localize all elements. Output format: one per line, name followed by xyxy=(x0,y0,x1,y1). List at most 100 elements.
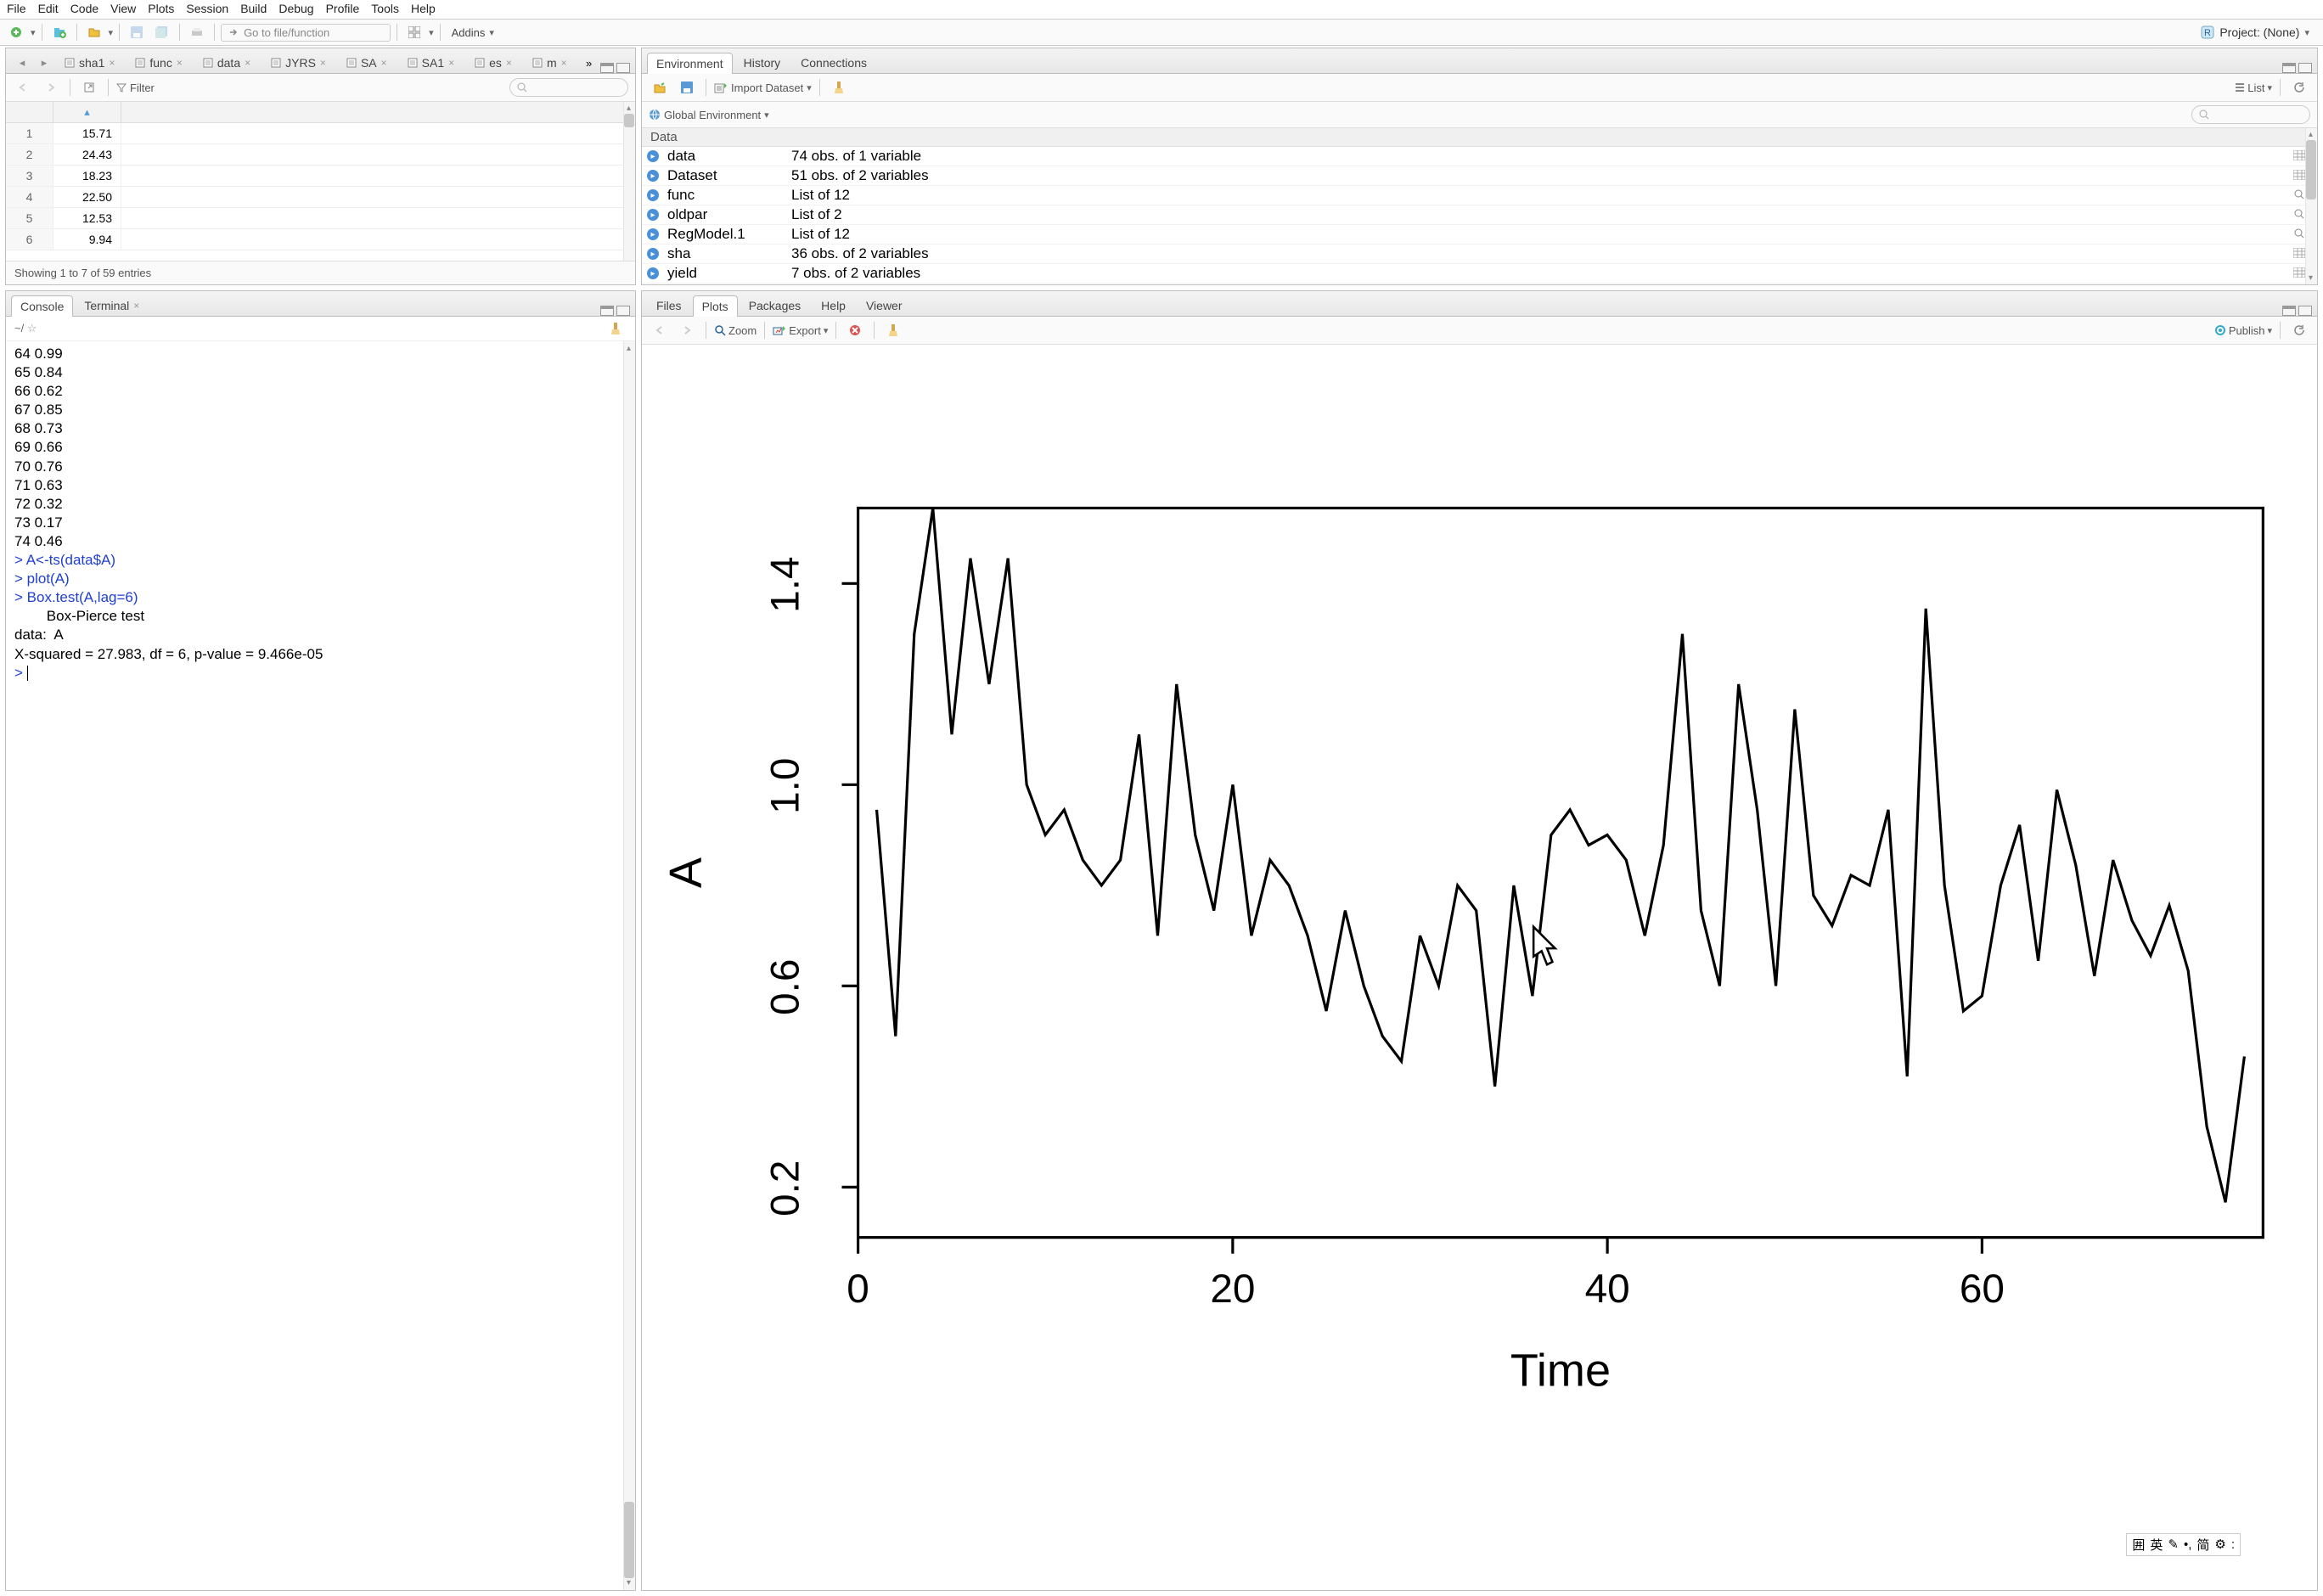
source-tab-JYRS[interactable]: JYRS × xyxy=(262,52,335,73)
filter-button[interactable]: Filter xyxy=(116,81,155,94)
plots-maximize-button[interactable] xyxy=(2298,306,2312,316)
env-row-yield[interactable]: ▸yield7 obs. of 2 variables xyxy=(642,264,2317,284)
menu-code[interactable]: Code xyxy=(70,2,98,15)
expand-icon[interactable]: ▸ xyxy=(647,170,659,182)
data-grid[interactable]: ▴115.71224.43318.23422.50512.5369.94 xyxy=(6,102,635,250)
console-body[interactable]: 64 0.9965 0.8466 0.6267 0.8568 0.7369 0.… xyxy=(6,341,635,1590)
ime-item[interactable]: 囲 xyxy=(2132,1536,2145,1554)
ime-item[interactable]: 简 xyxy=(2196,1536,2209,1554)
source-tab-SA1[interactable]: SA1 × xyxy=(398,52,464,73)
addins-menu[interactable]: Addins ▾ xyxy=(447,26,499,39)
env-row-Dataset[interactable]: ▸Dataset51 obs. of 2 variables xyxy=(642,166,2317,186)
expand-icon[interactable]: ▸ xyxy=(647,228,659,240)
clear-workspace-button[interactable] xyxy=(828,77,850,98)
menu-plots[interactable]: Plots xyxy=(148,2,174,15)
more-tabs-button[interactable]: » xyxy=(578,53,600,73)
close-icon[interactable]: × xyxy=(448,57,454,69)
ime-item[interactable]: •, xyxy=(2184,1537,2191,1552)
close-icon[interactable]: × xyxy=(320,57,326,69)
env-maximize-button[interactable] xyxy=(2298,63,2312,73)
expand-icon[interactable]: ▸ xyxy=(647,248,659,260)
print-button[interactable] xyxy=(186,22,208,42)
grid-scrollbar[interactable]: ▴ xyxy=(623,102,635,261)
publish-button[interactable]: Publish ▾ xyxy=(2214,324,2272,337)
load-workspace-button[interactable] xyxy=(649,77,671,98)
console-maximize-button[interactable] xyxy=(616,306,630,316)
source-back-button[interactable] xyxy=(13,77,35,98)
close-icon[interactable]: × xyxy=(109,57,115,69)
plots-minimize-button[interactable] xyxy=(2282,306,2296,316)
minimize-pane-button[interactable] xyxy=(600,63,614,73)
expand-icon[interactable]: ▸ xyxy=(647,189,659,201)
close-icon[interactable]: × xyxy=(177,57,183,69)
menu-file[interactable]: File xyxy=(7,2,26,15)
menu-build[interactable]: Build xyxy=(240,2,267,15)
cell-value[interactable]: 22.50 xyxy=(53,187,121,208)
plot-prev-button[interactable] xyxy=(649,320,671,340)
grid-button[interactable] xyxy=(403,22,425,42)
save-workspace-button[interactable] xyxy=(676,77,698,98)
import-dataset-button[interactable]: Import Dataset ▾ xyxy=(714,81,812,94)
menu-help[interactable]: Help xyxy=(411,2,436,15)
save-all-button[interactable] xyxy=(151,22,173,42)
close-icon[interactable]: × xyxy=(245,57,250,69)
grid-dropdown[interactable]: ▾ xyxy=(429,27,434,38)
plot-next-button[interactable] xyxy=(676,320,698,340)
tab-environment[interactable]: Environment xyxy=(647,53,733,74)
new-file-dropdown[interactable]: ▾ xyxy=(31,27,36,38)
cell-value[interactable]: 15.71 xyxy=(53,123,121,144)
source-tab-SA[interactable]: SA × xyxy=(337,52,397,73)
new-file-button[interactable] xyxy=(5,22,27,42)
ime-item[interactable]: ⚙ xyxy=(2214,1537,2225,1552)
close-icon[interactable]: × xyxy=(506,57,512,69)
menu-view[interactable]: View xyxy=(110,2,136,15)
source-search-input[interactable] xyxy=(509,78,628,97)
close-icon[interactable]: × xyxy=(381,57,387,69)
cell-value[interactable]: 18.23 xyxy=(53,166,121,187)
close-icon[interactable]: × xyxy=(133,300,139,312)
list-mode-button[interactable]: List ▾ xyxy=(2235,81,2272,94)
export-button[interactable]: Export ▾ xyxy=(773,324,828,337)
env-row-data[interactable]: ▸data74 obs. of 1 variable xyxy=(642,147,2317,166)
clear-console-button[interactable] xyxy=(605,318,627,339)
cell-value[interactable]: 24.43 xyxy=(53,144,121,166)
tab-viewer[interactable]: Viewer xyxy=(857,295,912,316)
refresh-env-button[interactable] xyxy=(2288,77,2310,98)
goto-file-input[interactable]: Go to file/function xyxy=(221,24,391,42)
expand-icon[interactable]: ▸ xyxy=(647,267,659,279)
menu-debug[interactable]: Debug xyxy=(278,2,313,15)
expand-icon[interactable]: ▸ xyxy=(647,209,659,221)
tab-history[interactable]: History xyxy=(734,52,790,73)
tab-plots[interactable]: Plots xyxy=(693,295,738,317)
ime-bar[interactable]: 囲英 ✎ •, 简 ⚙: xyxy=(2126,1533,2241,1556)
menu-profile[interactable]: Profile xyxy=(326,2,360,15)
maximize-pane-button[interactable] xyxy=(616,63,630,73)
remove-plot-button[interactable] xyxy=(844,320,866,340)
project-menu[interactable]: R Project: (None) ▾ xyxy=(2201,25,2318,39)
zoom-button[interactable]: Zoom xyxy=(714,324,757,337)
popup-button[interactable] xyxy=(78,77,100,98)
tab-console[interactable]: Console xyxy=(11,295,73,317)
menu-edit[interactable]: Edit xyxy=(38,2,59,15)
source-fwd-button[interactable] xyxy=(40,77,62,98)
refresh-plot-button[interactable] xyxy=(2288,320,2310,340)
tab-terminal[interactable]: Terminal × xyxy=(75,295,149,316)
tab-files[interactable]: Files xyxy=(647,295,691,316)
env-minimize-button[interactable] xyxy=(2282,63,2296,73)
expand-icon[interactable]: ▸ xyxy=(647,150,659,162)
close-icon[interactable]: × xyxy=(561,57,567,69)
env-scrollbar[interactable]: ▴ ▾ xyxy=(2305,128,2317,284)
source-tab-func[interactable]: func × xyxy=(126,52,191,73)
ime-item[interactable]: ✎ xyxy=(2168,1537,2179,1552)
env-row-func[interactable]: ▸funcList of 12 xyxy=(642,186,2317,205)
ime-item[interactable]: 英 xyxy=(2150,1536,2163,1554)
nav-back-button[interactable]: ◂ xyxy=(11,53,33,73)
env-row-RegModel.1[interactable]: ▸RegModel.1List of 12 xyxy=(642,225,2317,244)
recent-files-dropdown[interactable]: ▾ xyxy=(109,27,114,38)
clear-plots-button[interactable] xyxy=(882,320,904,340)
save-button[interactable] xyxy=(126,22,148,42)
cell-value[interactable]: 9.94 xyxy=(53,229,121,250)
tab-help[interactable]: Help xyxy=(812,295,855,316)
ime-item[interactable]: : xyxy=(2231,1537,2235,1552)
source-tab-data[interactable]: data × xyxy=(194,52,260,73)
